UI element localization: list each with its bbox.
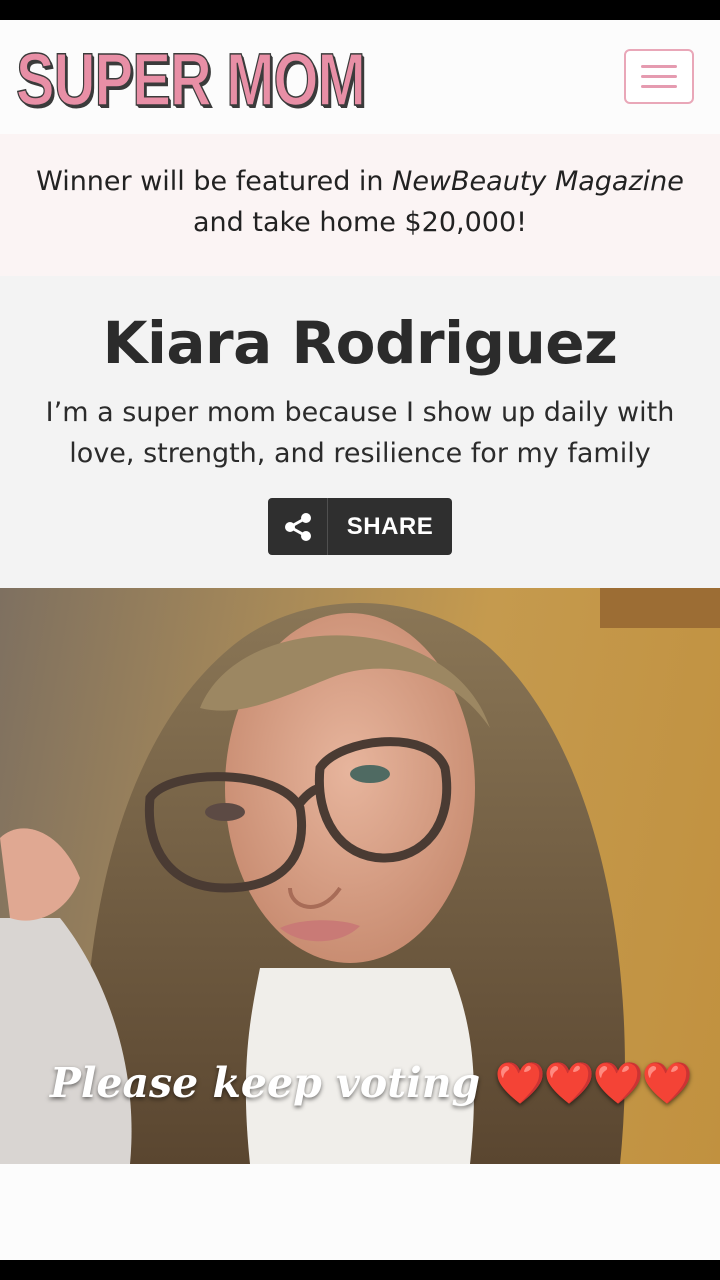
status-bar [0, 0, 720, 20]
contestant-tagline: I’m a super mom because I show up daily … [45, 397, 675, 469]
site-header: SUPER MOM [0, 20, 720, 134]
hamburger-menu-icon [641, 65, 677, 68]
contestant-name: Kiara Rodriguez [102, 309, 618, 377]
contestant-profile: Kiara Rodriguez I’m a super mom because … [0, 276, 720, 588]
hamburger-menu-button[interactable] [624, 49, 694, 104]
share-icon [268, 498, 328, 555]
share-button[interactable]: SHARE [268, 498, 452, 555]
contestant-photo: Please keep voting ❤️❤️❤️❤️ [0, 588, 720, 1164]
site-logo[interactable]: SUPER MOM [15, 39, 366, 121]
heart-icon: ❤️❤️❤️❤️ [494, 1059, 692, 1107]
share-label: SHARE [346, 512, 434, 540]
prize-line-1: Winner will be featured in NewBeauty Mag… [36, 166, 684, 197]
page-footer [0, 1164, 720, 1260]
prize-banner: Winner will be featured in NewBeauty Mag… [0, 134, 720, 276]
vote-caption: Please keep voting ❤️❤️❤️❤️ [50, 1059, 693, 1107]
magazine-name: NewBeauty Magazine [392, 166, 684, 197]
prize-line-2: and take home $20,000! [193, 207, 527, 238]
navigation-bar [0, 1260, 720, 1280]
